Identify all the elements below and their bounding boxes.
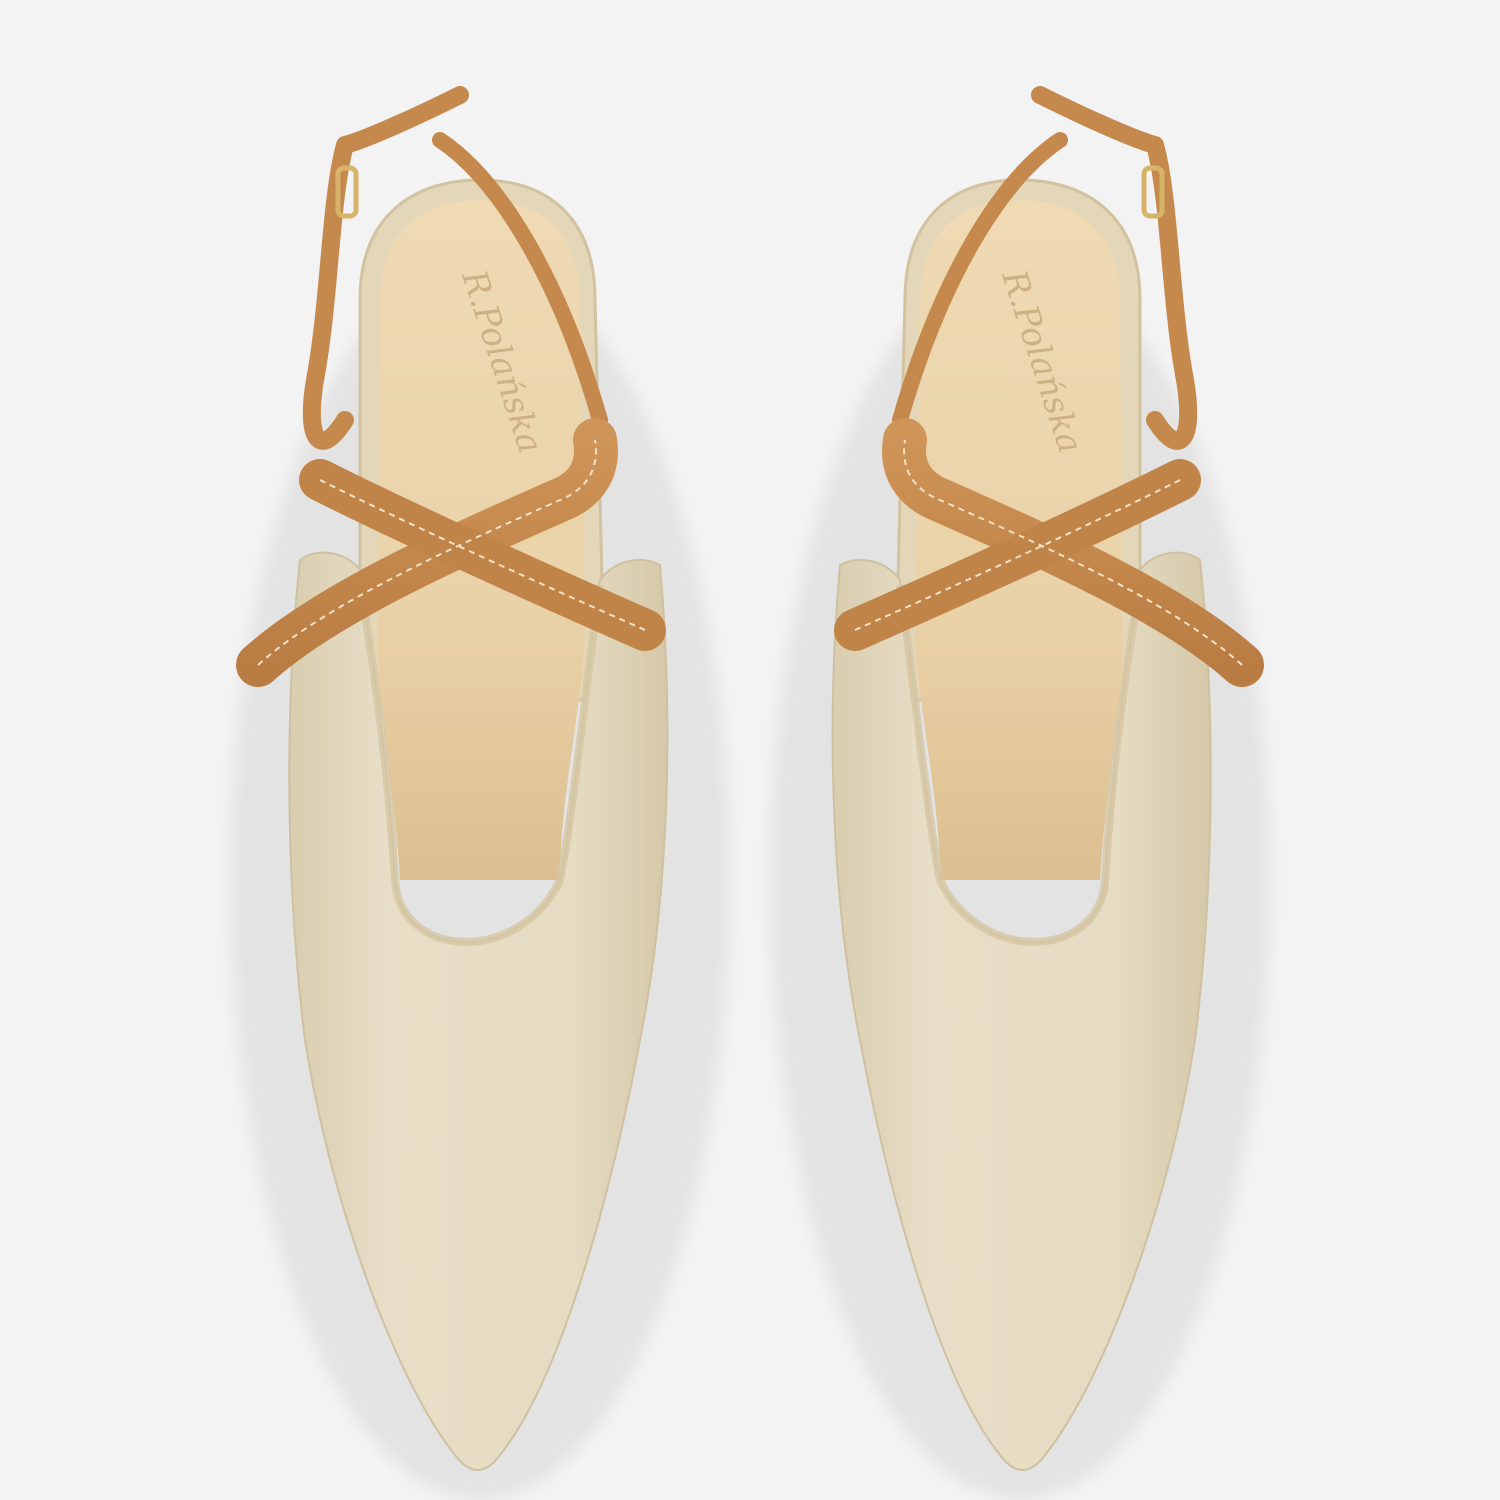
right-shoe: R.Polańska (770, 86, 1270, 1500)
product-photo: R.Polańska R.Polańska (0, 0, 1500, 1500)
left-shoe: R.Polańska (230, 86, 730, 1500)
shoe-pair-illustration: R.Polańska R.Polańska (230, 86, 1270, 1500)
